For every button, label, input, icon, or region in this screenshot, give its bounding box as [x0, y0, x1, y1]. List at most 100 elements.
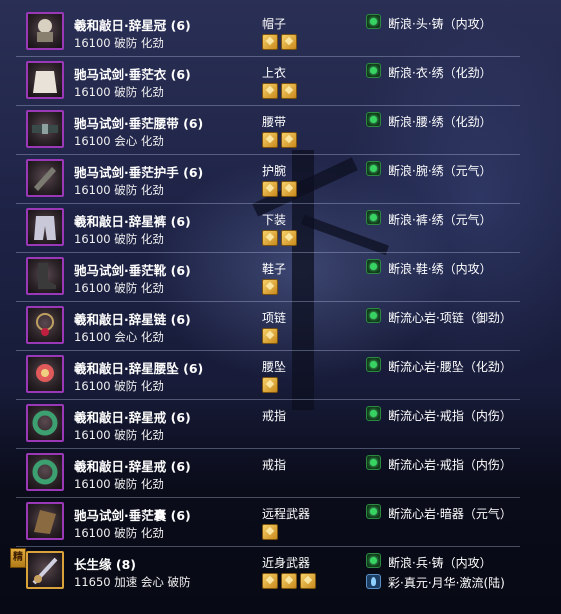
gem-icon	[262, 181, 278, 197]
item-name: 羲和敲日·辞星戒 (6)	[74, 410, 191, 425]
item-stats: 16100 破防 化劲	[74, 85, 164, 99]
item-stats: 16100 破防 化劲	[74, 477, 164, 491]
ring-icon[interactable]	[26, 453, 64, 491]
equipment-row[interactable]: 驰马试剑·垂茫护手 (6) 16100 破防 化劲 护腕 断浪·腕·绣（元气）	[16, 154, 520, 204]
gem-slots	[262, 230, 297, 246]
item-stats: 16100 破防 化劲	[74, 379, 164, 393]
equipment-row[interactable]: 羲和敲日·辞星戒 (6) 16100 破防 化劲 戒指 断流心岩·戒指（内伤）	[16, 399, 520, 449]
enhancement-text: 断流心岩·戒指（内伤）	[388, 409, 512, 423]
enhancement-text: 断浪·腰·绣（化劲）	[388, 115, 492, 129]
item-name: 驰马试剑·垂茫腰带 (6)	[74, 116, 204, 131]
enhance-icon	[366, 259, 381, 274]
equipment-row[interactable]: 精 长生缘 (8) 11650 加速 会心 破防 近身武器 断浪·兵·铸（内攻） 彩·真元…	[10, 546, 520, 595]
ring-icon[interactable]	[26, 404, 64, 442]
gem-icon	[262, 328, 278, 344]
item-name: 羲和敲日·辞星裤 (6)	[74, 214, 191, 229]
enhance-icon	[366, 161, 381, 176]
item-name: 长生缘 (8)	[74, 557, 136, 572]
enhance-icon	[366, 504, 381, 519]
equipment-row[interactable]: 羲和敲日·辞星链 (6) 16100 会心 化劲 项链 断流心岩·项链（御劲）	[16, 301, 520, 351]
enhance-icon	[366, 357, 381, 372]
item-stats: 16100 破防 化劲	[74, 232, 164, 246]
gem-icon	[281, 34, 297, 50]
enhance-icon	[366, 553, 381, 568]
item-slot: 近身武器	[262, 556, 311, 570]
gem-icon	[281, 181, 297, 197]
pouch-icon[interactable]	[26, 502, 64, 540]
gem-icon	[262, 83, 278, 99]
robe-icon[interactable]	[26, 61, 64, 99]
colored-gem-icon	[366, 574, 381, 589]
enhancement-text: 断流心岩·暗器（元气）	[388, 507, 512, 521]
item-name: 驰马试剑·垂茫囊 (6)	[74, 508, 191, 523]
weapon-icon[interactable]	[26, 551, 64, 589]
item-name: 羲和敲日·辞星戒 (6)	[74, 459, 191, 474]
equipment-row[interactable]: 驰马试剑·垂茫靴 (6) 16100 破防 化劲 鞋子 断浪·鞋·绣（内攻）	[16, 252, 520, 302]
gem-icon	[262, 377, 278, 393]
item-name: 羲和敲日·辞星腰坠 (6)	[74, 361, 204, 376]
gem-icon	[262, 132, 278, 148]
pants-icon[interactable]	[26, 208, 64, 246]
equipment-row[interactable]: 驰马试剑·垂茫衣 (6) 16100 破防 化劲 上衣 断浪·衣·绣（化劲）	[16, 56, 520, 106]
gem-icon	[281, 573, 297, 589]
enhance-icon	[366, 308, 381, 323]
item-name: 驰马试剑·垂茫衣 (6)	[74, 67, 191, 82]
gem-slots	[262, 328, 278, 344]
item-slot: 腰坠	[262, 360, 287, 374]
item-slot: 戒指	[262, 458, 287, 472]
enhancement-text: 断流心岩·戒指（内伤）	[388, 458, 512, 472]
gem-slots	[262, 132, 297, 148]
enhance-icon	[366, 210, 381, 225]
gem-slots	[262, 573, 316, 589]
hat-icon[interactable]	[26, 12, 64, 50]
pendant-icon[interactable]	[26, 355, 64, 393]
boots-icon[interactable]	[26, 257, 64, 295]
enhancement-text: 断浪·头·铸（内攻）	[388, 17, 492, 31]
enhancement-text: 断流心岩·项链（御劲）	[388, 311, 512, 325]
enhance-icon	[366, 14, 381, 29]
necklace-icon[interactable]	[26, 306, 64, 344]
item-stats: 16100 破防 化劲	[74, 428, 164, 442]
equipment-row[interactable]: 羲和敲日·辞星腰坠 (6) 16100 破防 化劲 腰坠 断流心岩·腰坠（化劲）	[16, 350, 520, 400]
gem-icon	[281, 132, 297, 148]
gem-icon	[262, 524, 278, 540]
bracer-icon[interactable]	[26, 159, 64, 197]
item-slot: 戒指	[262, 409, 287, 423]
enhance-icon	[366, 455, 381, 470]
equipment-row[interactable]: 羲和敲日·辞星冠 (6) 16100 破防 化劲 帽子 断浪·头·铸（内攻）	[16, 7, 520, 57]
gem-slots	[262, 524, 278, 540]
item-stats: 16100 会心 化劲	[74, 330, 164, 344]
item-slot: 腰带	[262, 115, 287, 129]
gem-icon	[262, 573, 278, 589]
equipment-row[interactable]: 羲和敲日·辞星戒 (6) 16100 破防 化劲 戒指 断流心岩·戒指（内伤）	[16, 448, 520, 498]
equipment-row[interactable]: 驰马试剑·垂茫腰带 (6) 16100 会心 化劲 腰带 断浪·腰·绣（化劲）	[16, 105, 520, 155]
enhance-icon	[366, 112, 381, 127]
item-slot: 帽子	[262, 17, 287, 31]
gem-icon	[262, 279, 278, 295]
equipment-row[interactable]: 驰马试剑·垂茫囊 (6) 16100 破防 化劲 远程武器 断流心岩·暗器（元气）	[16, 497, 520, 547]
enhancement-text: 断浪·裤·绣（元气）	[388, 213, 492, 227]
item-stats: 16100 破防 化劲	[74, 183, 164, 197]
enhancement-text: 断浪·衣·绣（化劲）	[388, 66, 492, 80]
gem-icon	[300, 573, 316, 589]
enhancement-text: 断浪·鞋·绣（内攻）	[388, 262, 492, 276]
gem-icon	[281, 230, 297, 246]
item-slot: 鞋子	[262, 262, 287, 276]
item-slot: 项链	[262, 311, 287, 325]
item-slot: 下装	[262, 213, 287, 227]
colored-gem-text: 彩·真元·月华·激流(陆)	[388, 576, 505, 590]
item-slot: 远程武器	[262, 507, 311, 521]
item-slot: 护腕	[262, 164, 287, 178]
belt-icon[interactable]	[26, 110, 64, 148]
gem-icon	[281, 83, 297, 99]
gem-icon	[262, 230, 278, 246]
enhance-icon	[366, 63, 381, 78]
equipment-row[interactable]: 羲和敲日·辞星裤 (6) 16100 破防 化劲 下装 断浪·裤·绣（元气）	[16, 203, 520, 253]
item-name: 羲和敲日·辞星链 (6)	[74, 312, 191, 327]
gem-slots	[262, 279, 278, 295]
enhance-icon	[366, 406, 381, 421]
gem-slots	[262, 34, 297, 50]
item-stats: 16100 会心 化劲	[74, 134, 164, 148]
item-stats: 16100 破防 化劲	[74, 526, 164, 540]
item-slot: 上衣	[262, 66, 287, 80]
